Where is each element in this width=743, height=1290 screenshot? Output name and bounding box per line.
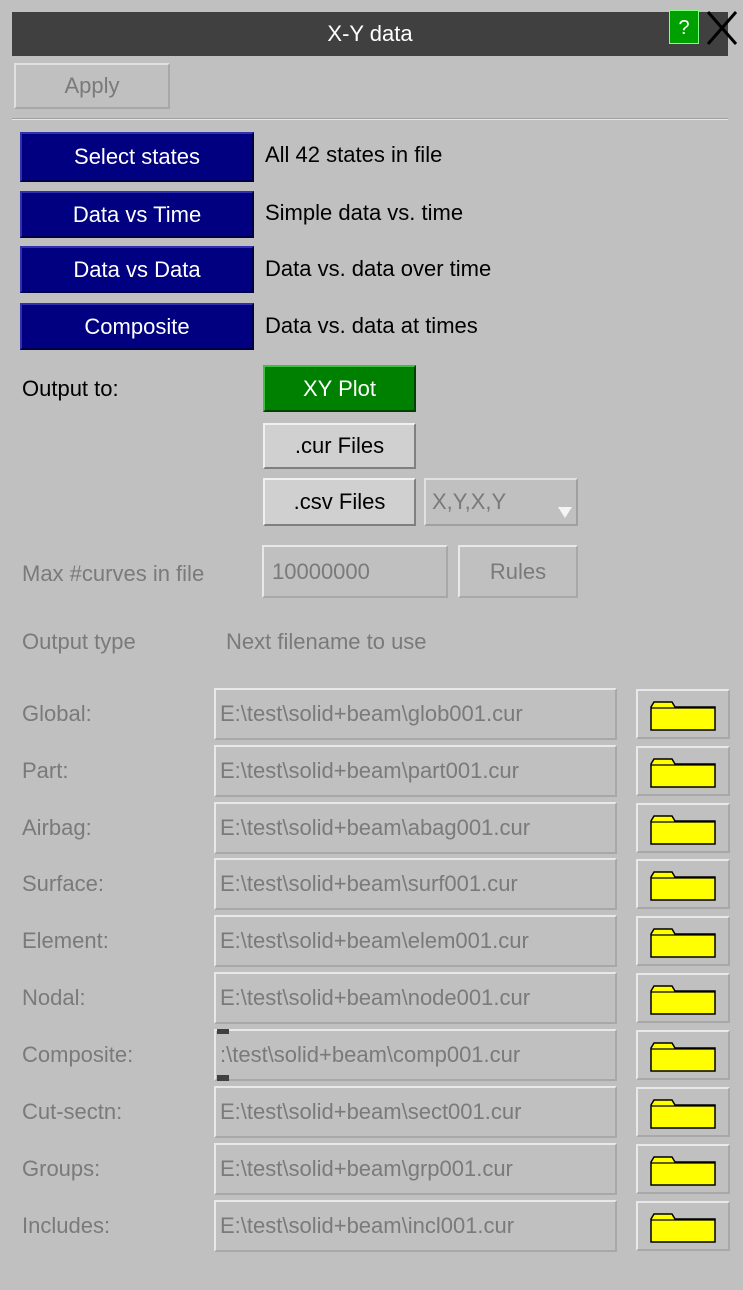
- filename-input-global[interactable]: E:\test\solid+beam\glob001.cur: [214, 688, 617, 740]
- cur-files-button[interactable]: .cur Files: [263, 423, 416, 469]
- folder-icon: [650, 701, 716, 731]
- output-type-header: Output type: [22, 629, 136, 654]
- browse-folder-button-cut-sectn[interactable]: [636, 1087, 730, 1137]
- filename-input-part[interactable]: E:\test\solid+beam\part001.cur: [214, 745, 617, 797]
- output-to-label: Output to:: [22, 376, 119, 401]
- browse-folder-button-airbag[interactable]: [636, 803, 730, 853]
- dropdown-arrow-icon: [558, 507, 572, 518]
- filename-input-cut-sectn[interactable]: E:\test\solid+beam\sect001.cur: [214, 1086, 617, 1138]
- filename-input-element[interactable]: E:\test\solid+beam\elem001.cur: [214, 915, 617, 967]
- filename-input-surface[interactable]: E:\test\solid+beam\surf001.cur: [214, 858, 617, 910]
- folder-icon: [650, 871, 716, 901]
- row-label-part: Part:: [22, 758, 69, 783]
- folder-icon: [650, 928, 716, 958]
- browse-folder-button-part[interactable]: [636, 746, 730, 796]
- csv-format-select[interactable]: X,Y,X,Y: [424, 478, 578, 526]
- row-label-airbag: Airbag:: [22, 815, 92, 840]
- composite-desc: Data vs. data at times: [265, 313, 478, 338]
- data-vs-time-button[interactable]: Data vs Time: [20, 191, 254, 238]
- folder-icon: [650, 1042, 716, 1072]
- text-cursor-mark: [217, 1029, 229, 1034]
- composite-button[interactable]: Composite: [20, 303, 254, 350]
- folder-icon: [650, 1156, 716, 1186]
- row-label-composite: Composite:: [22, 1042, 134, 1067]
- browse-folder-button-element[interactable]: [636, 916, 730, 966]
- xy-plot-button[interactable]: XY Plot: [263, 365, 416, 412]
- data-vs-time-desc: Simple data vs. time: [265, 200, 464, 225]
- next-filename-header: Next filename to use: [226, 629, 427, 654]
- divider: [12, 118, 728, 120]
- filename-input-nodal[interactable]: E:\test\solid+beam\node001.cur: [214, 972, 617, 1024]
- browse-folder-button-includes[interactable]: [636, 1201, 730, 1251]
- browse-folder-button-global[interactable]: [636, 689, 730, 739]
- row-label-surface: Surface:: [22, 871, 104, 896]
- max-curves-label: Max #curves in file: [22, 561, 205, 586]
- window-title: X-Y data: [327, 21, 413, 46]
- browse-folder-button-groups[interactable]: [636, 1144, 730, 1194]
- browse-folder-button-nodal[interactable]: [636, 973, 730, 1023]
- filename-input-airbag[interactable]: E:\test\solid+beam\abag001.cur: [214, 802, 617, 854]
- data-vs-data-desc: Data vs. data over time: [265, 256, 492, 281]
- row-label-cut-sectn: Cut-sectn:: [22, 1099, 123, 1124]
- row-label-nodal: Nodal:: [22, 985, 86, 1010]
- filename-input-includes[interactable]: E:\test\solid+beam\incl001.cur: [214, 1200, 617, 1252]
- filename-input-groups[interactable]: E:\test\solid+beam\grp001.cur: [214, 1143, 617, 1195]
- csv-files-button[interactable]: .csv Files: [263, 478, 416, 526]
- csv-format-value: X,Y,X,Y: [432, 489, 507, 514]
- filename-input-composite[interactable]: :\test\solid+beam\comp001.cur: [214, 1029, 617, 1081]
- folder-icon: [650, 815, 716, 845]
- row-label-includes: Includes:: [22, 1213, 111, 1238]
- apply-button[interactable]: Apply: [14, 63, 170, 109]
- folder-icon: [650, 1213, 716, 1243]
- select-states-button[interactable]: Select states: [20, 132, 254, 182]
- row-label-global: Global:: [22, 701, 92, 726]
- data-vs-data-button[interactable]: Data vs Data: [20, 246, 254, 293]
- close-button[interactable]: [702, 6, 742, 50]
- browse-folder-button-composite[interactable]: [636, 1030, 730, 1080]
- browse-folder-button-surface[interactable]: [636, 859, 730, 909]
- help-button[interactable]: ?: [669, 10, 699, 44]
- max-curves-input[interactable]: 10000000: [262, 545, 448, 598]
- row-label-element: Element:: [22, 928, 109, 953]
- folder-icon: [650, 758, 716, 788]
- text-cursor-mark: [217, 1075, 229, 1081]
- folder-icon: [650, 1099, 716, 1129]
- close-icon: [706, 11, 738, 45]
- rules-button[interactable]: Rules: [458, 545, 578, 598]
- folder-icon: [650, 985, 716, 1015]
- row-label-groups: Groups:: [22, 1156, 101, 1181]
- select-states-desc: All 42 states in file: [265, 142, 443, 167]
